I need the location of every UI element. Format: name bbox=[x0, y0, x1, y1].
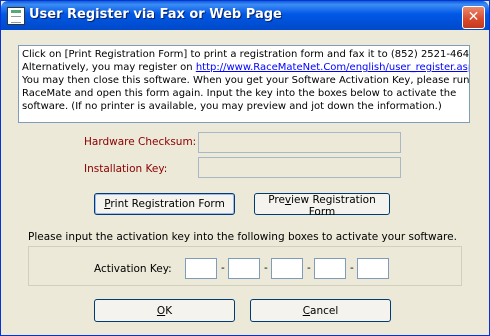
instructions-panel: Click on [Print Registration Form] to pr… bbox=[18, 45, 470, 123]
preview-label-start: Pre bbox=[268, 194, 285, 206]
ok-label: K bbox=[165, 304, 173, 317]
key-separator: - bbox=[350, 262, 354, 274]
register-link[interactable]: http://www.RaceMateNet.Com/english/user_… bbox=[196, 62, 469, 73]
cancel-button[interactable]: Cancel bbox=[250, 299, 391, 322]
hardware-checksum-label: Hardware Checksum: bbox=[84, 136, 197, 148]
installation-key-label: Installation Key: bbox=[84, 163, 168, 175]
form-icon bbox=[7, 7, 25, 25]
activation-key-box-2[interactable] bbox=[228, 258, 260, 279]
activation-key-box-3[interactable] bbox=[271, 258, 303, 279]
print-label: rint Registration Form bbox=[110, 198, 225, 210]
ok-mnemonic: O bbox=[156, 304, 166, 317]
close-button[interactable]: ✕ bbox=[462, 6, 485, 29]
key-separator: - bbox=[307, 262, 311, 274]
window-title: User Register via Fax or Web Page bbox=[29, 7, 282, 22]
preview-registration-form-button[interactable]: Preview Registration Form bbox=[254, 193, 390, 218]
instructions-line-1: Click on [Print Registration Form] to pr… bbox=[22, 49, 470, 60]
key-separator: - bbox=[221, 262, 225, 274]
instructions-line-4: RaceMate and open this form again. Input… bbox=[22, 88, 457, 99]
instructions-line-3: You may then close this software. When y… bbox=[22, 75, 470, 86]
activation-key-box-5[interactable] bbox=[357, 258, 389, 279]
preview-label-end: iew Registration Form bbox=[291, 194, 376, 218]
activation-instruction: Please input the activation key into the… bbox=[28, 231, 457, 243]
installation-key-field bbox=[198, 157, 401, 178]
activation-key-box-1[interactable] bbox=[185, 258, 217, 279]
cancel-mnemonic: C bbox=[302, 304, 311, 317]
activation-key-box-4[interactable] bbox=[314, 258, 346, 279]
ok-button[interactable]: OK bbox=[94, 299, 235, 322]
activation-key-label: Activation Key: bbox=[94, 263, 172, 275]
title-bar[interactable]: User Register via Fax or Web Page ✕ bbox=[1, 1, 489, 30]
print-registration-form-button[interactable]: Print Registration Form bbox=[94, 193, 235, 215]
key-separator: - bbox=[264, 262, 268, 274]
instructions-line-2-prefix: Alternatively, you may register on bbox=[22, 62, 196, 73]
hardware-checksum-field bbox=[198, 132, 401, 153]
instructions-line-5: software. (If no printer is available, y… bbox=[22, 101, 442, 112]
cancel-label: ancel bbox=[310, 304, 339, 317]
instructions-line-2: Alternatively, you may register on http:… bbox=[22, 61, 469, 74]
